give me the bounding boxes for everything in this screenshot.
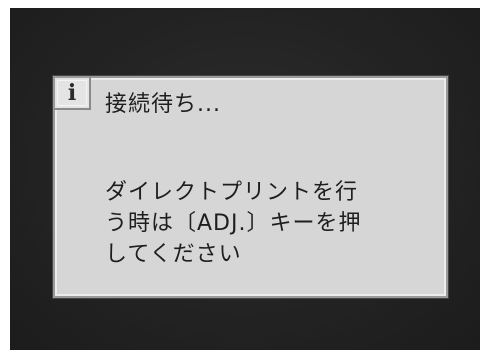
dialog-title: 接続待ち... [105, 92, 221, 117]
dialog-message: ダイレクトプリントを行 う時は〔ADJ.〕キーを押 してください [105, 177, 361, 270]
camera-frame: i 接続待ち... ダイレクトプリントを行 う時は〔ADJ.〕キーを押 してくだ… [0, 0, 489, 358]
message-line-3: してください [105, 242, 242, 267]
message-line-1: ダイレクトプリントを行 [105, 180, 359, 205]
info-dialog: i 接続待ち... ダイレクトプリントを行 う時は〔ADJ.〕キーを押 してくだ… [53, 76, 448, 298]
info-icon: i [67, 80, 77, 106]
message-line-2: う時は〔ADJ.〕キーを押 [105, 211, 362, 236]
lcd-screen: i 接続待ち... ダイレクトプリントを行 う時は〔ADJ.〕キーを押 してくだ… [10, 8, 480, 350]
